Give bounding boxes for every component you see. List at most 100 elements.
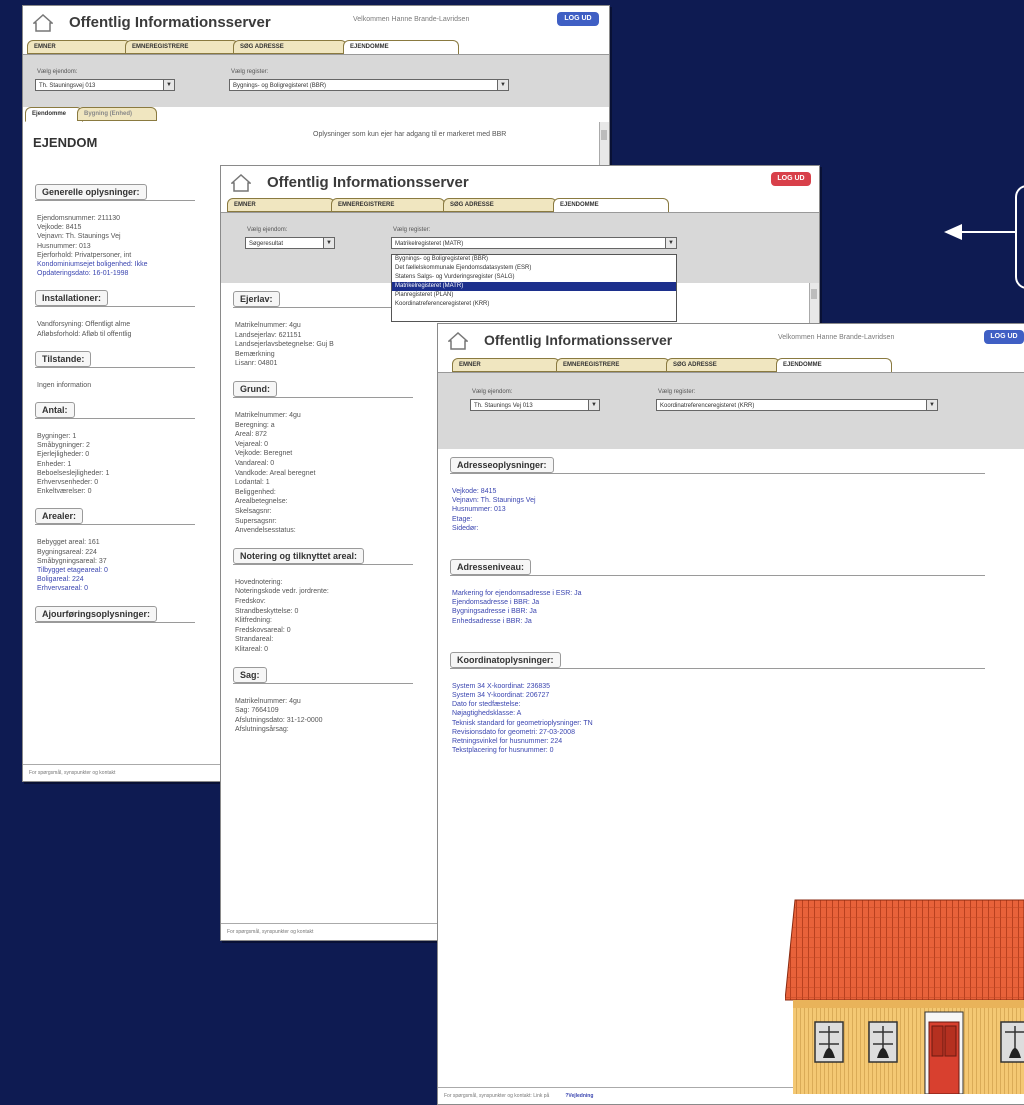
info-line: Enheder: 1 [37,460,72,468]
section-divider [35,621,195,623]
logout-button[interactable]: LOG UD [771,172,811,186]
section-divider [233,563,413,565]
logout-button[interactable]: LOG UD [557,12,599,26]
select-label-property: Vælg ejendom: [472,389,513,395]
home-icon[interactable] [33,14,53,32]
tab-ejendomme[interactable]: EJENDOMME [776,358,892,373]
info-line: Retningsvinkel for husnummer: 224 [452,738,563,745]
tab-emner[interactable]: EMNER [452,358,560,372]
section-divider [233,397,413,398]
register-dropdown[interactable]: Bygnings- og Boligregisteret (BBR) Det fæ… [391,254,677,322]
info-line: Ejendomsnummer: 211130 [37,215,121,222]
info-line: Afløbsforhold: Afløb til offentlig [37,330,132,338]
info-line: Lisanr: 04801 [235,360,278,368]
window-header: Offentlig Informationsserver Velkommen H… [438,324,1024,358]
register-select-value: Koordinatreferenceregisteret (KRR) [660,403,755,409]
info-line: Afslutningsdato: 31-12-0000 [235,716,323,724]
info-line: Bygningsadresse i BBR: Ja [452,608,537,616]
section-divider [35,524,195,526]
dropdown-option[interactable]: Koordinatreferenceregisteret (KRR) [392,300,676,309]
property-select[interactable]: Th. Staunings Vej 013 ▼ [470,399,600,411]
register-select[interactable]: Koordinatreferenceregisteret (KRR) ▼ [656,399,938,411]
section-divider [35,306,195,308]
section-divider [450,667,985,669]
tab-sog-adresse[interactable]: SØG ADRESSE [443,198,557,212]
info-line: Tekstplacering for husnummer: 0 [452,747,554,755]
register-select[interactable]: Bygnings- og Boligregisteret (BBR) ▼ [229,79,509,91]
info-line: Bygninger: 1 [37,433,77,440]
info-line: Klitfredning: [235,617,272,625]
info-line: Matrikelnummer: 4gu [235,322,301,329]
tab-bar: EMNER EMNEREGISTRERE SØG ADRESSE EJENDOM… [438,358,1024,373]
section-title: Sag: [233,666,267,683]
info-line: Noteringskode vedr. jordrente: [235,588,329,596]
property-select[interactable]: Th. Stauningsvej 013 ▼ [35,79,175,91]
app-title: Offentlig Informationsserver [69,14,271,31]
info-line: Småbygningsareal: 37 [37,557,107,565]
dropdown-option[interactable]: Statens Salgs- og Vurderingsregister (SA… [392,273,676,282]
tab-sog-adresse[interactable]: SØG ADRESSE [233,40,347,54]
info-line: Nøjagtighedsklasse: A [452,710,522,718]
info-line: Markering for ejendomsadresse i ESR: Ja [452,590,582,597]
arrow-line [962,231,1016,233]
dropdown-option[interactable]: Planregisteret (PLAN) [392,291,676,300]
subtab-bygning[interactable]: Bygning (Enhed) [77,107,157,121]
info-line: Ejerlejligheder: 0 [37,451,90,459]
info-line: Areal: 872 [235,431,267,439]
chevron-down-icon[interactable]: ▼ [665,238,676,248]
selection-toolbar: Vælg ejendom: Th. Stauningsvej 013 ▼ Vælg… [23,54,609,108]
property-select[interactable]: Søgeresultat ▼ [245,237,335,249]
info-line: Tilbygget etageareal: 0 [37,567,108,574]
section-divider [35,200,195,201]
selection-toolbar: Vælg ejendom: Th. Staunings Vej 013 ▼ Væl… [438,372,1024,450]
register-select-value: Matrikelregisteret (MATR) [395,241,464,247]
dropdown-option[interactable]: Matrikelregisteret (MATR) [392,282,676,291]
door-icon [924,1011,964,1094]
tab-ejendomme[interactable]: EJENDOMME [343,40,459,55]
window-icon [868,1021,898,1063]
select-label-register: Vælg register: [231,69,269,75]
property-select-value: Søgeresultat [249,241,284,247]
chevron-down-icon[interactable]: ▼ [163,80,174,90]
section-divider [233,682,413,684]
chevron-down-icon[interactable]: ▼ [497,80,508,90]
home-icon[interactable] [231,174,251,192]
dropdown-option[interactable]: Det fællelskommunale Ejendomsdatasystem … [392,264,676,273]
chevron-down-icon[interactable]: ▼ [926,400,937,410]
tab-emneregistrere[interactable]: EMNEREGISTRERE [331,198,445,212]
info-line: Landsejerlav: 621151 [235,331,302,339]
section-divider [450,575,985,576]
info-line: Boligareal: 224 [37,576,84,584]
info-line: Beboelseslejligheder: 1 [37,469,110,477]
welcome-text: Velkommen Hanne Brande-Lavridsen [778,334,895,341]
info-line: Husnummer: 013 [452,506,506,514]
tab-emneregistrere[interactable]: EMNEREGISTRERE [556,358,670,372]
chevron-down-icon[interactable]: ▼ [323,238,334,248]
register-select[interactable]: Matrikelregisteret (MATR) ▼ [391,237,677,249]
info-line: Strandareal: [235,636,274,644]
chevron-down-icon[interactable]: ▼ [588,400,599,410]
tab-ejendomme[interactable]: EJENDOMME [553,198,669,213]
tab-emner[interactable]: EMNER [227,198,335,212]
window-header: Offentlig Informationsserver LOG UD [221,166,819,200]
tab-emner[interactable]: EMNER [27,40,131,54]
info-line: Vejareal: 0 [235,440,269,448]
subtab-ejendomme[interactable]: Ejendomme [25,107,83,122]
info-line: Bebygget areal: 161 [37,539,100,547]
property-select-value: Th. Staunings Vej 013 [474,403,533,409]
tab-emneregistrere[interactable]: EMNEREGISTRERE [125,40,239,54]
logout-button[interactable]: LOG UD [984,330,1024,344]
info-line: Vejkode: Beregnet [235,450,293,458]
info-line: Ingen information [37,381,92,389]
info-line: Enkeltværelser: 0 [37,488,92,496]
info-line: Beliggenhed: [235,488,276,496]
section-title: Grund: [233,381,277,397]
dropdown-option[interactable]: Bygnings- og Boligregisteret (BBR) [392,255,676,264]
scrollbar-thumb[interactable] [811,289,817,299]
welcome-text: Velkommen Hanne Brande-Lavridsen [353,16,470,23]
section-title: Generelle oplysninger: [35,184,147,200]
page-heading: EJENDOM [33,135,98,150]
home-icon[interactable] [448,332,468,350]
scrollbar-thumb[interactable] [601,130,607,140]
tab-sog-adresse[interactable]: SØG ADRESSE [666,358,780,372]
